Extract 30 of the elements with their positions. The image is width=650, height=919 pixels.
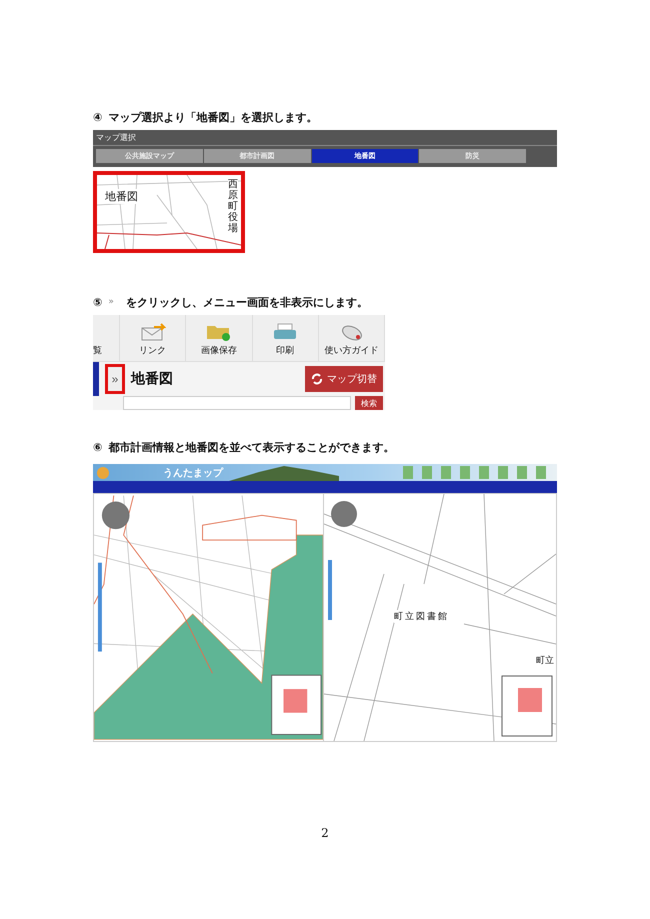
envelope-icon <box>140 323 166 341</box>
step-number: ④ <box>93 110 102 124</box>
step-instruction: マップ選択より「地番図」を選択します。 <box>108 110 318 124</box>
chevron-icon: » <box>108 297 114 307</box>
map-name: 地番図 <box>131 370 174 388</box>
search-field[interactable] <box>123 396 351 410</box>
map-label: 町立 <box>536 654 554 667</box>
app-title: うんたまップ <box>163 466 223 480</box>
map-label: 地番図 <box>105 189 138 204</box>
printer-icon <box>272 323 298 341</box>
place-label: 西原町役場 <box>228 179 238 234</box>
step-instruction: 都市計画情報と地番図を並べて表示することができます。 <box>108 440 394 454</box>
toolbar-button[interactable]: 印刷 <box>252 315 319 361</box>
toolbar-button[interactable]: 使い方ガイド <box>318 315 385 361</box>
page-number: 2 <box>320 826 330 840</box>
sidebar-edge <box>93 362 99 396</box>
refresh-icon <box>311 373 323 385</box>
toolbar-button[interactable]: 画像保存 <box>186 315 252 361</box>
step-instruction: をクリックし、メニュー画面を非表示にします。 <box>126 294 368 310</box>
step-number: ⑥ <box>93 440 102 454</box>
toolbar-button[interactable]: 覧 <box>93 315 120 361</box>
step-number: ⑤ <box>93 296 102 308</box>
map-switch-button[interactable]: マップ切替 <box>305 366 383 392</box>
folder-icon <box>206 323 232 341</box>
map-label: 町立図書館 <box>394 610 449 623</box>
panel-title: マップ選択 <box>93 130 557 146</box>
toolbar-button[interactable]: リンク <box>120 315 186 361</box>
collapse-button[interactable]: » <box>105 364 125 394</box>
search-button[interactable]: 検索 <box>355 396 383 410</box>
map-thumbnail[interactable]: 地番図 西原町役場 <box>93 171 245 253</box>
